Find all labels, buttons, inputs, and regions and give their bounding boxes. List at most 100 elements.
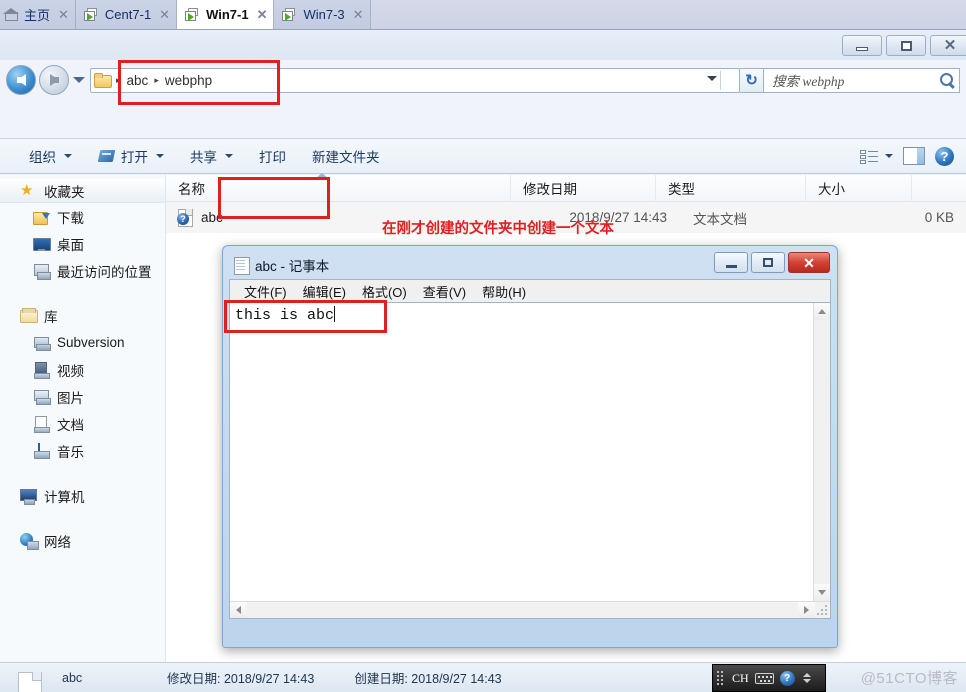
breadcrumb-item-abc[interactable]: abc — [124, 73, 152, 88]
breadcrumb-item-webphp[interactable]: webphp — [162, 73, 215, 88]
sidebar-item-label: 桌面 — [57, 237, 84, 253]
refresh-button[interactable]: ↻ — [740, 67, 764, 93]
forward-arrow-icon — [49, 74, 59, 86]
help-icon[interactable]: ? — [935, 146, 954, 166]
tab-close-icon[interactable]: ✕ — [255, 7, 268, 23]
search-placeholder: 搜索 webphp — [772, 74, 845, 89]
notepad-titlebar[interactable]: abc - 记事本 ✕ — [229, 251, 831, 279]
address-bar[interactable]: ▸ abc ▸ webphp — [90, 67, 740, 93]
tab-close-icon[interactable]: ✕ — [351, 7, 364, 23]
vm-tab-win7-3[interactable]: Win7-3 ✕ — [274, 0, 371, 29]
menu-format[interactable]: 格式(O) — [354, 282, 415, 301]
vm-tab-label: 主页 — [24, 8, 51, 23]
vm-tab-win7-1[interactable]: Win7-1 ✕ — [177, 0, 275, 29]
column-header-type[interactable]: 类型 — [656, 174, 806, 202]
column-header-size[interactable]: 大小 — [806, 174, 912, 202]
chevron-down-icon — [64, 154, 72, 158]
expand-icon[interactable] — [802, 673, 811, 683]
tab-close-icon[interactable]: ✕ — [157, 7, 170, 23]
chevron-down-icon[interactable] — [73, 77, 85, 83]
print-label: 打印 — [259, 150, 286, 165]
sidebar-item-label: 最近访问的位置 — [57, 264, 152, 280]
keyboard-icon[interactable] — [754, 672, 774, 684]
open-icon — [98, 149, 116, 164]
chevron-down-icon[interactable] — [885, 154, 893, 158]
organize-button[interactable]: 组织 — [16, 143, 85, 169]
sidebar-item-videos[interactable]: 视频 — [0, 356, 165, 383]
explorer-window-controls: ✕ — [842, 35, 966, 56]
notepad-maximize-button[interactable] — [751, 252, 785, 273]
search-icon — [940, 72, 953, 86]
tab-close-icon[interactable]: ✕ — [56, 7, 69, 23]
print-button[interactable]: 打印 — [246, 143, 299, 169]
close-button[interactable]: ✕ — [930, 35, 966, 56]
ime-language-bar[interactable]: CH ? — [712, 664, 826, 692]
scroll-right-button[interactable] — [798, 602, 815, 618]
menu-view[interactable]: 查看(V) — [415, 282, 474, 301]
vm-tab-cent7-1[interactable]: Cent7-1 ✕ — [75, 0, 178, 29]
chevron-down-icon[interactable] — [707, 75, 717, 81]
column-header-name[interactable]: 名称 — [166, 174, 511, 202]
back-button[interactable] — [6, 65, 36, 95]
search-input[interactable]: 搜索 webphp — [764, 67, 960, 93]
minimize-button[interactable] — [842, 35, 882, 56]
notepad-icon — [234, 256, 250, 275]
help-icon[interactable]: ? — [779, 670, 795, 686]
drag-handle-icon[interactable] — [717, 671, 726, 685]
scroll-down-button[interactable] — [814, 584, 830, 601]
sidebar-item-subversion[interactable]: Subversion — [0, 329, 165, 356]
notepad-close-button[interactable]: ✕ — [788, 252, 830, 273]
sidebar-item-computer[interactable]: 计算机 — [0, 482, 165, 509]
menu-file[interactable]: 文件(F) — [236, 282, 295, 301]
sidebar-group-favorites[interactable]: ★ 收藏夹 — [0, 179, 165, 203]
folder-icon — [94, 73, 112, 88]
notepad-minimize-button[interactable] — [714, 252, 748, 273]
vm-tab-strip: 主页 ✕ Cent7-1 ✕ Win7-1 ✕ Win7-3 ✕ — [0, 0, 966, 30]
notepad-textarea[interactable]: this is abc — [230, 303, 813, 601]
new-folder-button[interactable]: 新建文件夹 — [299, 143, 393, 169]
ime-language-label[interactable]: CH — [732, 671, 749, 686]
sidebar-item-desktop[interactable]: 桌面 — [0, 230, 165, 257]
sidebar-item-downloads[interactable]: 下载 — [0, 203, 165, 230]
organize-label: 组织 — [29, 150, 56, 165]
breadcrumb-separator-icon: ▸ — [116, 74, 121, 85]
notepad-title: abc - 记事本 — [255, 259, 330, 274]
share-label: 共享 — [190, 150, 217, 165]
column-header-modified[interactable]: 修改日期 — [511, 174, 656, 202]
sidebar-group-libraries[interactable]: 库 — [0, 302, 165, 329]
sidebar-item-label: 图片 — [57, 390, 84, 406]
sidebar-group-label: 收藏夹 — [44, 185, 85, 200]
scroll-up-button[interactable] — [814, 303, 830, 320]
text-file-icon: ? — [177, 209, 194, 227]
scroll-left-button[interactable] — [230, 602, 247, 618]
maximize-button[interactable] — [886, 35, 926, 56]
forward-button[interactable] — [39, 65, 69, 95]
vertical-scrollbar[interactable] — [813, 303, 830, 601]
menu-edit[interactable]: 编辑(E) — [295, 282, 354, 301]
sidebar-item-pictures[interactable]: 图片 — [0, 383, 165, 410]
sidebar-item-music[interactable]: 音乐 — [0, 437, 165, 464]
sidebar-item-documents[interactable]: 文档 — [0, 410, 165, 437]
menu-help[interactable]: 帮助(H) — [474, 282, 534, 301]
resize-grip-icon[interactable] — [815, 602, 830, 618]
open-button[interactable]: 打开 — [85, 143, 177, 169]
column-label: 修改日期 — [523, 182, 577, 197]
address-divider — [720, 70, 721, 90]
preview-pane-icon[interactable] — [903, 147, 925, 165]
view-layout-icon[interactable] — [860, 149, 878, 164]
sidebar-item-label: 音乐 — [57, 444, 84, 460]
statusbar-created: 创建日期: 2018/9/27 14:43 — [354, 672, 502, 686]
notepad-window-controls: ✕ — [714, 252, 830, 273]
share-button[interactable]: 共享 — [177, 143, 246, 169]
sidebar-item-network[interactable]: 网络 — [0, 527, 165, 554]
vm-tab-home[interactable]: 主页 ✕ — [0, 0, 76, 29]
vm-tab-label: Cent7-1 — [104, 7, 152, 22]
vm-icon — [83, 7, 99, 22]
horizontal-scrollbar[interactable] — [230, 601, 830, 618]
sidebar-item-recent-places[interactable]: 最近访问的位置 — [0, 257, 165, 284]
watermark: @51CTO博客 — [860, 670, 958, 687]
sort-ascending-icon — [316, 173, 328, 178]
